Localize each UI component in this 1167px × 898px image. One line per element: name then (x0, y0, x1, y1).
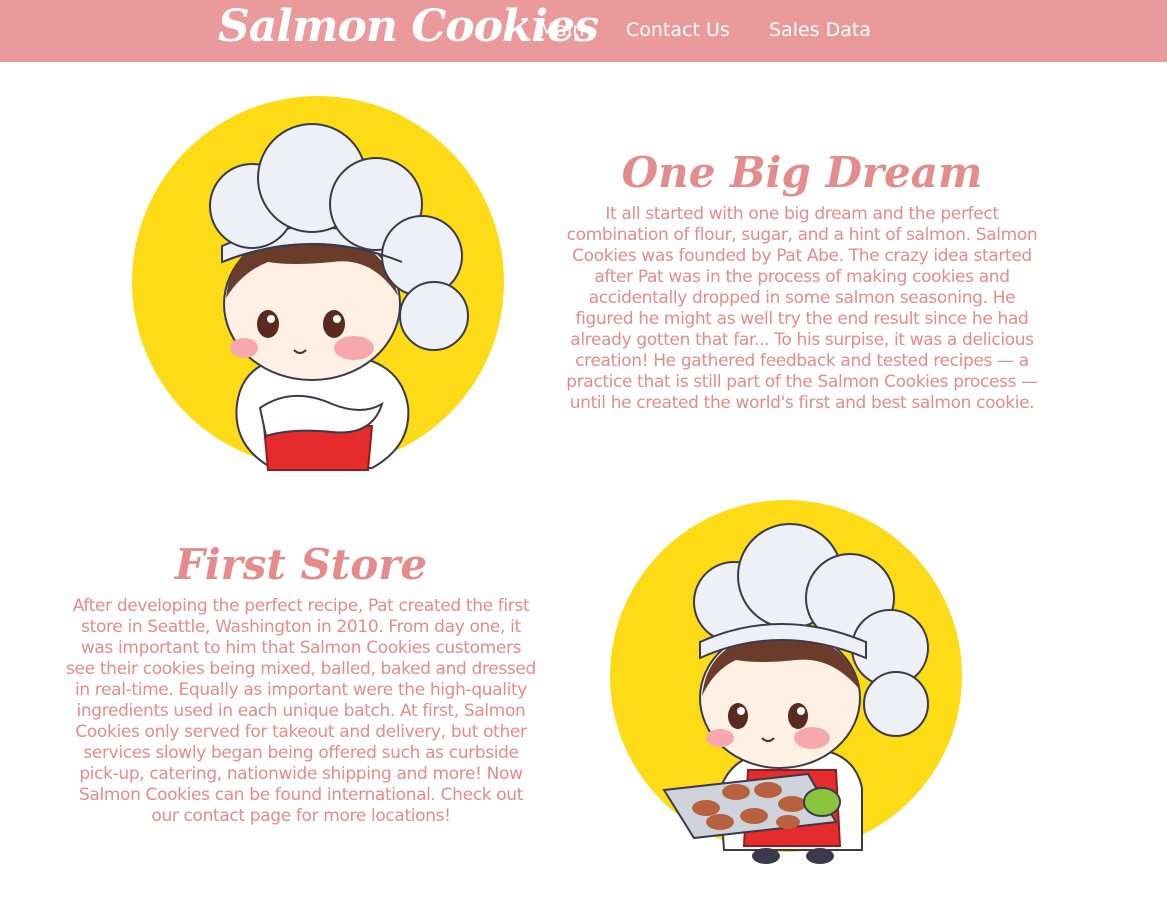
chef-cookie-tray-icon (610, 500, 962, 864)
nav-link-contact-us[interactable]: Contact Us (626, 17, 730, 43)
section-text-first-store: After developing the perfect recipe, Pat… (66, 596, 536, 826)
section-text-one-big-dream: It all started with one big dream and th… (566, 204, 1038, 413)
section-title-first-store: First Store (174, 540, 428, 589)
chef-arms-crossed-icon (132, 96, 504, 471)
nav-link-sales-data[interactable]: Sales Data (769, 17, 871, 43)
chef-image-2 (540, 490, 1036, 880)
nav-link-main[interactable]: Main (539, 17, 584, 43)
section-title-one-big-dream: One Big Dream (621, 148, 983, 197)
navbar: Salmon Cookies Main Contact Us Sales Dat… (0, 0, 1167, 62)
chef-image-1 (72, 86, 568, 486)
